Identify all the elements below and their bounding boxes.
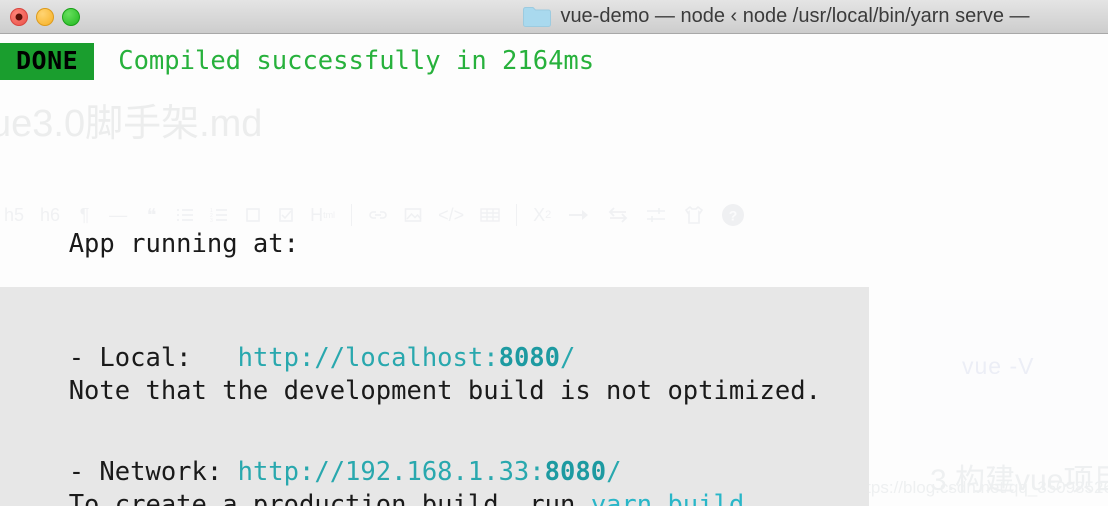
window-titlebar: vue-demo — node ‹ node /usr/local/bin/ya…	[0, 0, 1108, 34]
app-running-header: App running at:	[38, 229, 299, 259]
terminal-window-screenshot: ue3.0脚手架.md h5 h6 ¶ — ❝ 1 2 3 H tml </> …	[0, 0, 1108, 506]
window-title-area: vue-demo — node ‹ node /usr/local/bin/ya…	[0, 0, 1108, 33]
watermark-vue-version-command: vue -V	[962, 353, 1035, 379]
note-production-build-line: To create a production build, run yarn b…	[38, 486, 821, 506]
watermark-section-title: 3.构建vue项目	[930, 464, 1108, 497]
watermark-blog-url: https://blog.csdn.net/qq_35098526	[852, 478, 1108, 497]
compile-status-line: DONE Compiled successfully in 2164ms	[0, 42, 594, 80]
yarn-build-command: yarn build	[590, 490, 745, 506]
terminal-output: DONE Compiled successfully in 2164ms App…	[0, 33, 1108, 506]
status-badge: DONE	[0, 42, 95, 80]
note-optimization-line: Note that the development build is not o…	[38, 376, 821, 406]
build-note-block: Note that the development build is not o…	[38, 296, 821, 506]
compile-success-message: Compiled successfully in 2164ms	[118, 46, 595, 76]
window-title-text: vue-demo — node ‹ node /usr/local/bin/ya…	[560, 5, 1030, 27]
folder-icon	[522, 5, 552, 29]
note-prefix: To create a production build, run	[38, 490, 591, 506]
note-suffix: .	[744, 490, 760, 506]
